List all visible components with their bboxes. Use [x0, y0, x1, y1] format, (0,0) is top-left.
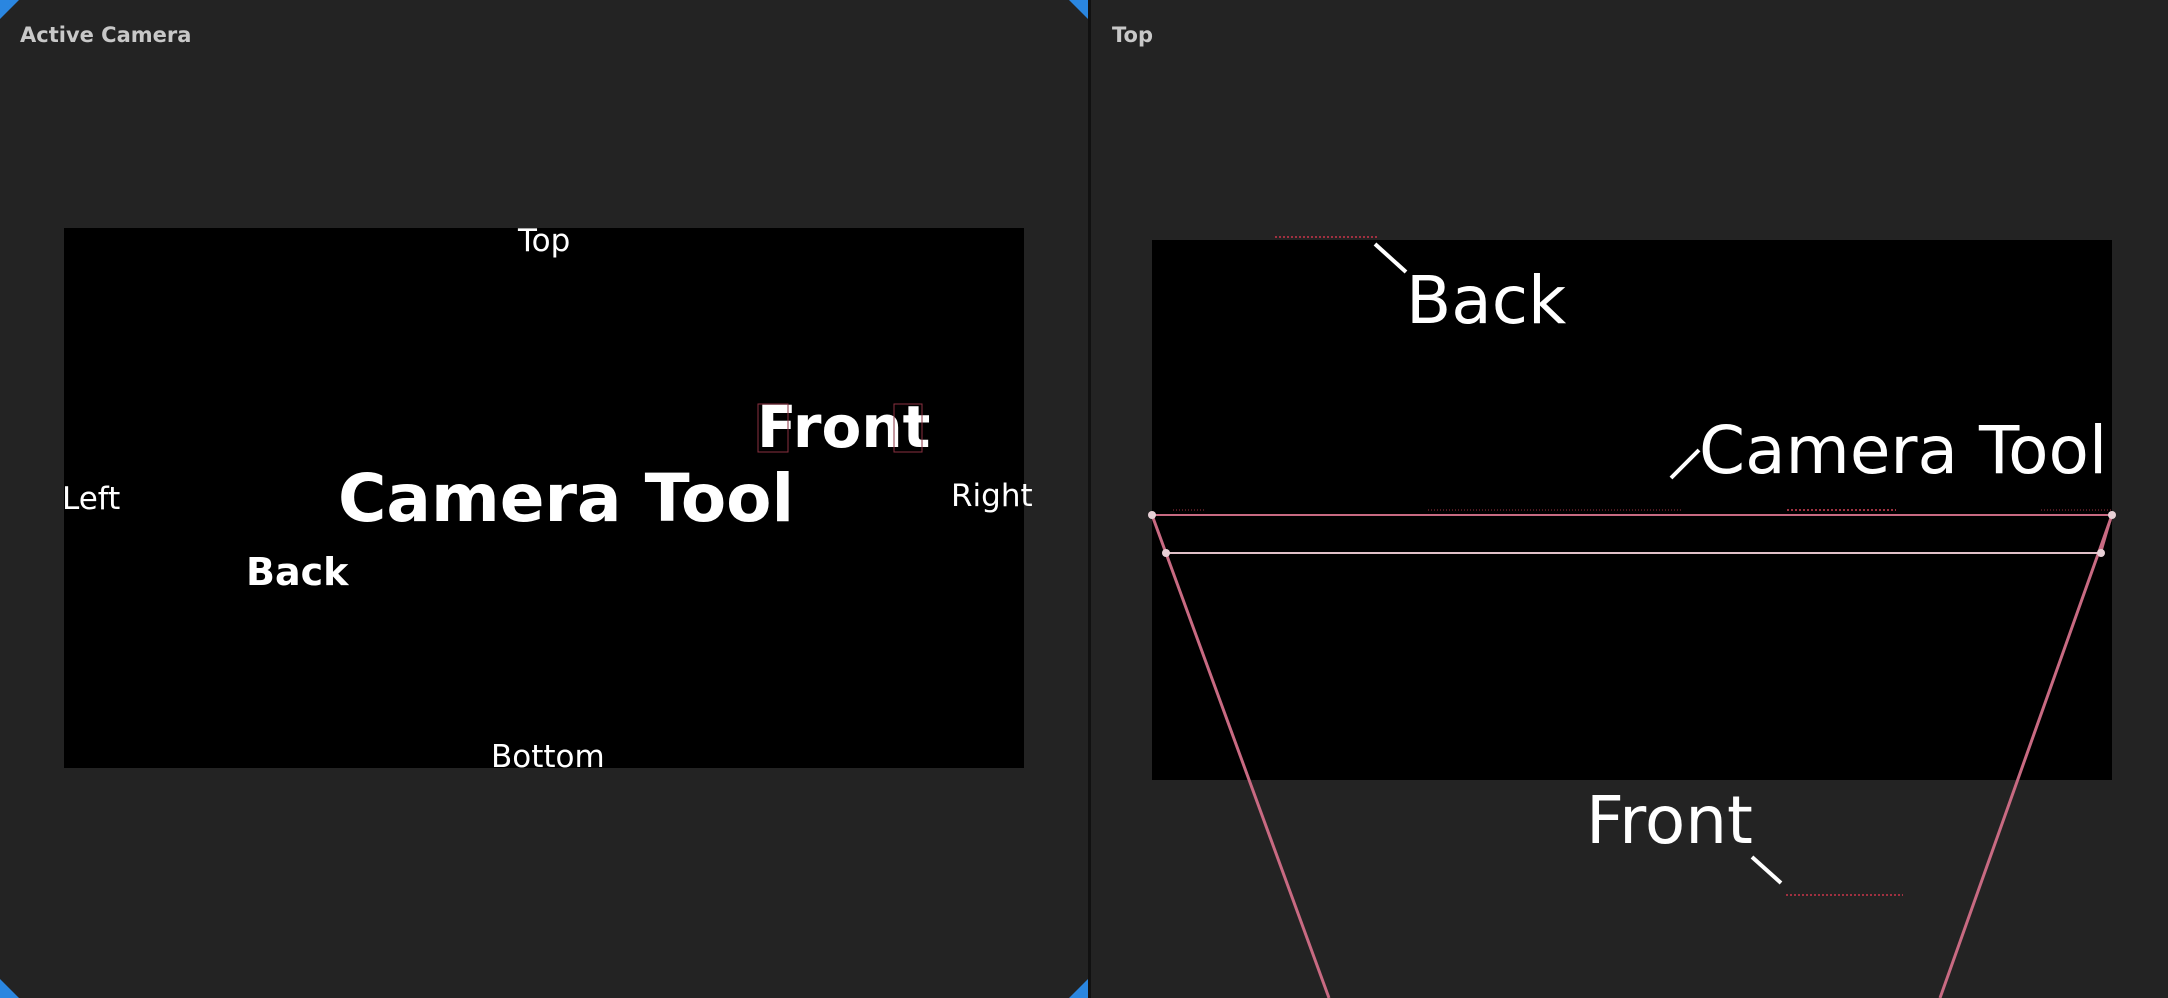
frustum-handle[interactable] — [1148, 511, 1156, 519]
selection-box — [757, 403, 789, 453]
back-leader-line — [1373, 242, 1408, 274]
title-leader-line — [1669, 448, 1701, 480]
selection-overlay — [757, 403, 923, 453]
selection-box — [893, 403, 923, 453]
frustum-corner-edge — [2100, 514, 2113, 554]
frustum-handle[interactable] — [1162, 549, 1170, 557]
frustum-overlay — [1148, 236, 2116, 998]
frustum-edge-right — [1938, 514, 2114, 998]
frustum-corner-edge — [1151, 514, 1167, 554]
frustum-handle[interactable] — [2108, 511, 2116, 519]
active-camera-viewport[interactable]: Active Camera Top Left Right Bottom Came… — [0, 0, 1088, 998]
frustum-handle[interactable] — [2097, 549, 2105, 557]
top-viewport[interactable]: Top Back Camera Tool Front — [1091, 0, 2168, 998]
front-leader-line — [1750, 855, 1783, 885]
frustum-edge-left — [1150, 514, 1331, 998]
